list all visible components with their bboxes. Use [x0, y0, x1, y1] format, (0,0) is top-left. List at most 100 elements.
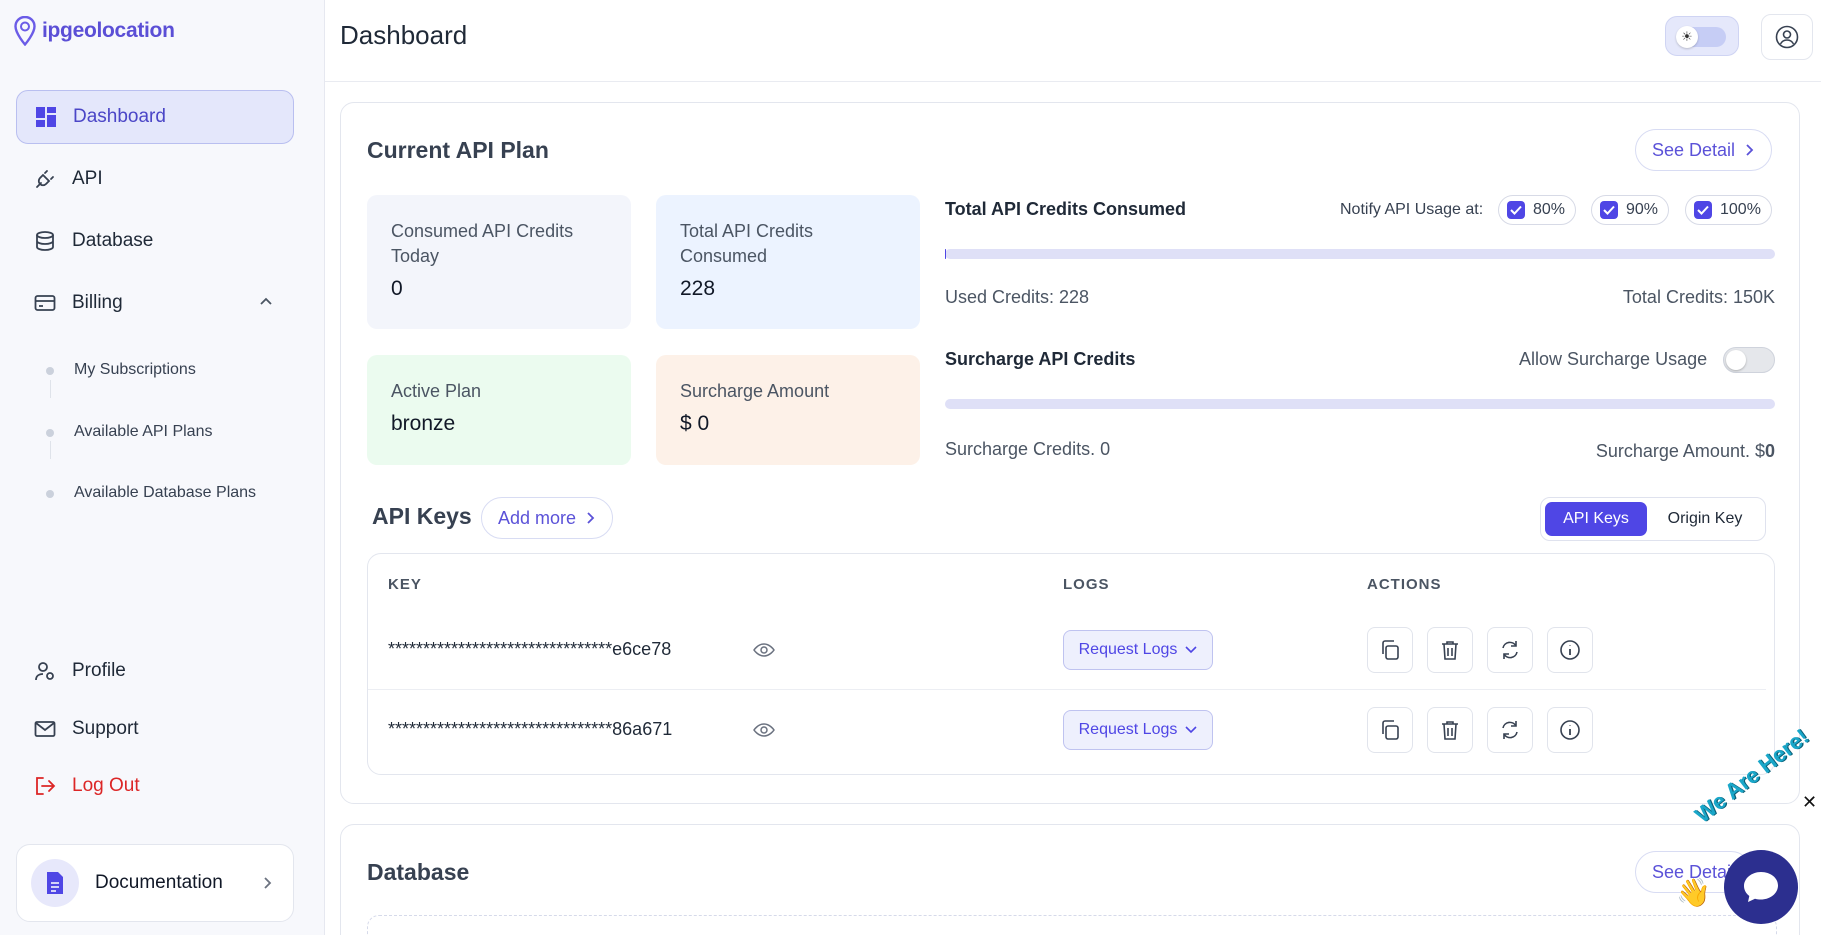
- column-header-logs: LOGS: [1063, 576, 1110, 593]
- info-button[interactable]: [1547, 707, 1593, 753]
- regenerate-button[interactable]: [1487, 627, 1533, 673]
- stat-label: Surcharge Amount: [680, 381, 830, 401]
- chevron-down-icon: [1185, 646, 1197, 654]
- used-credits-text: Used Credits: 228: [945, 287, 1090, 307]
- delete-button[interactable]: [1427, 627, 1473, 673]
- request-logs-label: Request Logs: [1078, 721, 1178, 738]
- info-button[interactable]: [1547, 627, 1593, 673]
- api-key-value: ********************************86a671: [388, 719, 673, 739]
- notify-usage-label: Notify API Usage at:: [1340, 201, 1484, 218]
- request-logs-label: Request Logs: [1078, 641, 1178, 658]
- stat-value: 0: [391, 277, 403, 300]
- sidebar-item-database[interactable]: Database: [16, 214, 294, 268]
- add-more-label: Add more: [498, 507, 577, 528]
- sidebar-item-label: Billing: [72, 292, 123, 313]
- sidebar-item-label: Support: [72, 718, 139, 739]
- request-logs-button[interactable]: Request Logs: [1063, 630, 1213, 670]
- regenerate-button[interactable]: [1487, 707, 1533, 753]
- notify-100-checkbox[interactable]: 100%: [1685, 195, 1772, 225]
- sidebar-item-label: API: [72, 168, 103, 189]
- switch-knob: [1726, 350, 1746, 370]
- sidebar-item-label: Profile: [72, 660, 126, 681]
- stat-total-consumed: Total API Credits Consumed 228: [656, 195, 920, 329]
- stat-label: Consumed API Credits Today: [391, 221, 574, 266]
- threshold-label: 100%: [1720, 201, 1761, 218]
- check-icon: [1600, 201, 1618, 219]
- chat-close-icon[interactable]: ✕: [1802, 792, 1817, 813]
- surcharge-amount-text: Surcharge Amount. $0: [1596, 441, 1775, 462]
- copy-button[interactable]: [1367, 627, 1413, 673]
- stat-value: 228: [680, 277, 716, 300]
- request-logs-button[interactable]: Request Logs: [1063, 710, 1213, 750]
- chat-launcher-button[interactable]: [1724, 850, 1798, 924]
- database-card: Database See Detail: [340, 824, 1800, 935]
- allow-surcharge-switch[interactable]: [1723, 347, 1775, 373]
- stat-value: bronze: [391, 412, 456, 435]
- stat-surcharge-amount: Surcharge Amount $ 0: [656, 355, 920, 465]
- brand-logo[interactable]: ipgeolocation: [14, 16, 175, 46]
- usage-title: Total API Credits Consumed: [945, 199, 1187, 219]
- threshold-label: 80%: [1533, 201, 1566, 218]
- check-icon: [1694, 201, 1712, 219]
- chevron-up-icon[interactable]: [258, 294, 274, 310]
- user-menu-button[interactable]: [1761, 14, 1813, 60]
- database-content-placeholder: [367, 915, 1777, 935]
- surcharge-amount-prefix: Surcharge Amount. $: [1595, 441, 1765, 461]
- check-icon: [1507, 201, 1525, 219]
- sub-item-available-api-plans[interactable]: Available API Plans: [74, 423, 212, 441]
- copy-icon: [1382, 720, 1399, 740]
- sidebar-item-billing[interactable]: Billing: [16, 276, 294, 330]
- total-credits-text: Total Credits: 150K: [1622, 287, 1775, 307]
- user-gear-icon: [35, 662, 54, 681]
- table-row: ********************************86a671 R…: [368, 690, 1766, 770]
- chevron-right-icon: [587, 512, 595, 524]
- sidebar-item-label: Log Out: [72, 775, 140, 796]
- sidebar-item-logout[interactable]: Log Out: [16, 759, 294, 813]
- theme-toggle[interactable]: ☀: [1665, 16, 1739, 56]
- credit-card-icon: [34, 295, 56, 311]
- info-icon: [1560, 640, 1580, 660]
- sidebar-item-support[interactable]: Support: [16, 702, 294, 756]
- usage-progress-fill: [945, 249, 947, 259]
- sidebar-item-label: Dashboard: [73, 106, 166, 127]
- sub-item-available-database-plans[interactable]: Available Database Plans: [74, 484, 256, 502]
- documentation-card[interactable]: Documentation: [16, 844, 294, 922]
- column-header-actions: ACTIONS: [1367, 576, 1442, 593]
- threshold-label: 90%: [1626, 201, 1659, 218]
- eye-icon[interactable]: [753, 722, 775, 738]
- add-more-button[interactable]: Add more: [481, 497, 614, 539]
- tab-origin-key[interactable]: Origin Key: [1651, 502, 1759, 536]
- see-detail-label: See Detail: [1652, 139, 1736, 160]
- database-icon: [36, 231, 54, 251]
- surcharge-title: Surcharge API Credits: [945, 349, 1136, 369]
- mail-icon: [34, 721, 56, 737]
- stat-value: $ 0: [680, 412, 710, 435]
- see-detail-button[interactable]: See Detail: [1635, 129, 1773, 171]
- chat-bubble-icon: [1744, 872, 1778, 902]
- sub-item-dot: [46, 367, 54, 375]
- sidebar-item-dashboard[interactable]: Dashboard: [16, 90, 294, 144]
- sub-item-my-subscriptions[interactable]: My Subscriptions: [74, 361, 196, 379]
- notify-90-checkbox[interactable]: 90%: [1591, 195, 1670, 225]
- document-icon: [31, 859, 79, 907]
- copy-icon: [1382, 640, 1399, 660]
- refresh-icon: [1502, 721, 1518, 739]
- notify-80-checkbox[interactable]: 80%: [1498, 195, 1577, 225]
- sun-icon: ☀: [1676, 26, 1698, 48]
- sidebar-item-api[interactable]: API: [16, 152, 294, 206]
- waving-hand-icon: 👋: [1676, 877, 1711, 908]
- chevron-down-icon: [1185, 726, 1197, 734]
- stat-label: Total API Credits Consumed: [680, 221, 814, 266]
- api-keys-table: KEY LOGS ACTIONS ***********************…: [367, 553, 1775, 775]
- table-row: ********************************e6ce78 R…: [368, 610, 1766, 690]
- sidebar-item-profile[interactable]: Profile: [16, 644, 294, 698]
- tab-api-keys[interactable]: API Keys: [1545, 502, 1647, 536]
- sub-item-connector: [50, 380, 51, 398]
- delete-button[interactable]: [1427, 707, 1473, 753]
- trash-icon: [1442, 721, 1458, 740]
- surcharge-credits-text: Surcharge Credits. 0: [945, 439, 1111, 459]
- theme-toggle-track: ☀: [1676, 26, 1726, 48]
- api-keys-title: API Keys: [372, 503, 472, 529]
- eye-icon[interactable]: [753, 642, 775, 658]
- copy-button[interactable]: [1367, 707, 1413, 753]
